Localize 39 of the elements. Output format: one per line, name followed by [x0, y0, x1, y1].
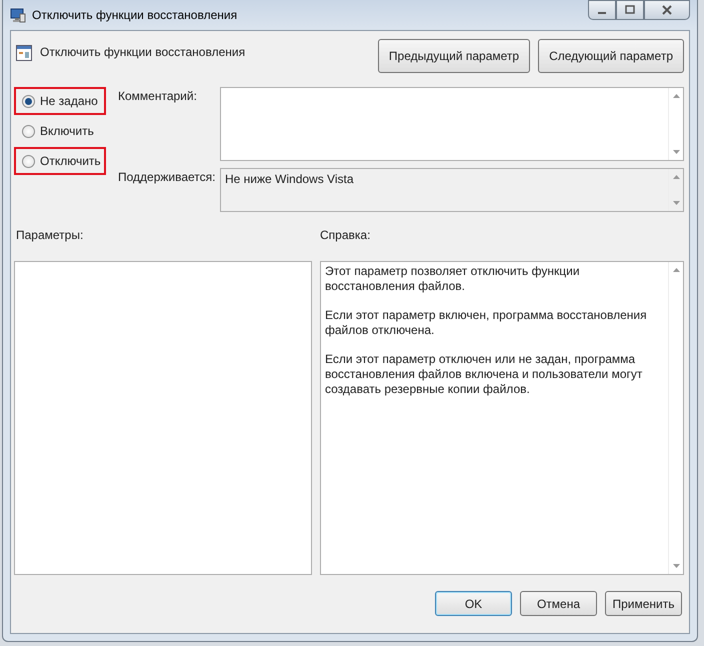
comment-field[interactable]	[220, 87, 684, 161]
scrollbar[interactable]	[668, 88, 683, 160]
radio-button[interactable]	[22, 124, 35, 138]
scrollbar[interactable]	[668, 169, 683, 211]
scroll-up-icon[interactable]	[672, 94, 680, 98]
supported-label: Поддерживается:	[118, 169, 216, 186]
radio-label[interactable]: Не задано	[40, 94, 98, 108]
scroll-up-icon[interactable]	[672, 175, 680, 179]
close-icon	[662, 5, 672, 15]
help-paragraph: Этот параметр позволяет отключить функции восстановления файлов.	[325, 264, 581, 294]
help-label: Справка:	[320, 228, 372, 244]
comment-label: Комментарий:	[118, 88, 198, 105]
previous-setting-button[interactable]: Предыдущий параметр	[378, 39, 530, 73]
help-paragraph: Если этот параметр включен, программа восстановления файлов отключена.	[325, 308, 648, 338]
scroll-down-icon[interactable]	[672, 150, 680, 154]
scroll-up-icon[interactable]	[672, 268, 680, 272]
cancel-button[interactable]: Отмена	[520, 591, 597, 616]
help-paragraph: Если этот параметр отключен или не задан, программа восстановления файлов включена и пользователи могут создавать резервные копии файлов.	[325, 352, 644, 397]
radio-label[interactable]: Отключить	[40, 154, 101, 168]
apply-button[interactable]: Применить	[605, 591, 682, 616]
close-button[interactable]	[644, 0, 690, 20]
next-setting-button[interactable]: Следующий параметр	[538, 39, 684, 73]
maximize-button[interactable]	[616, 0, 644, 20]
scroll-down-icon[interactable]	[672, 564, 680, 568]
settings-window-icon	[16, 45, 32, 61]
maximize-icon	[625, 5, 635, 15]
supported-value: Не ниже Windows Vista	[224, 171, 355, 188]
window-title: Отключить функции восстановления	[32, 8, 238, 22]
radio-label[interactable]: Включить	[40, 124, 94, 138]
computer-icon	[10, 7, 26, 23]
radio-button[interactable]	[22, 94, 35, 108]
policy-title: Отключить функции восстановления	[40, 45, 246, 59]
options-label: Параметры:	[15, 228, 84, 244]
ok-button[interactable]: OK	[435, 591, 512, 616]
minimize-icon	[598, 12, 606, 14]
radio-button[interactable]	[22, 154, 35, 168]
scrollbar[interactable]	[668, 262, 683, 574]
minimize-button[interactable]	[588, 0, 616, 20]
scroll-down-icon[interactable]	[672, 201, 680, 205]
